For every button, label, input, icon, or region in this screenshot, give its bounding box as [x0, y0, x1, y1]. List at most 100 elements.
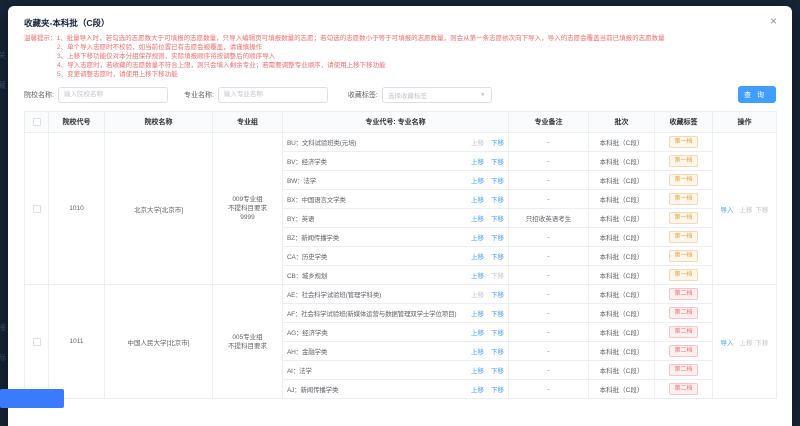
major-remark: -: [509, 190, 589, 209]
background-text: 标: [0, 352, 6, 363]
favorites-modal: 收藏夹-本科批（C段） × 温馨提示：1、批量导入时，若勾选的志愿数大于可填报的…: [8, 6, 792, 426]
major-name-input[interactable]: [218, 87, 328, 103]
batch: 本科批（C段）: [589, 285, 655, 304]
move-down-link[interactable]: 下移: [491, 387, 504, 394]
major-name: AH：金融学类: [287, 346, 460, 356]
move-down-link[interactable]: 下移: [491, 140, 504, 147]
school-name-input[interactable]: [58, 87, 168, 103]
major-name: AE：社会科学试验班(管理学科类): [287, 289, 460, 299]
major-name: BY：英语: [287, 213, 460, 223]
move-down-link[interactable]: 下移: [491, 159, 504, 166]
move-up-link[interactable]: 上移: [471, 216, 484, 223]
move-down-link[interactable]: 下移: [491, 178, 504, 185]
row-operations: 导入上移下移: [713, 133, 777, 285]
tag-badge: 第一档: [669, 155, 697, 167]
move-down-link[interactable]: 下移: [491, 311, 504, 318]
tip-line: 4、导入志愿时，若收藏的志愿数量不符合上限，则只会填入剩余专业；若需要调整专业顺…: [24, 61, 776, 70]
group-move-down-link: 下移: [756, 340, 769, 347]
row-checkbox[interactable]: [33, 338, 41, 346]
batch: 本科批（C段）: [589, 171, 655, 190]
major-remark: -: [509, 228, 589, 247]
school-code: 1011: [49, 285, 105, 399]
move-down-link[interactable]: 下移: [491, 292, 504, 299]
move-up-link[interactable]: 上移: [471, 387, 484, 394]
move-up-link[interactable]: 上移: [471, 368, 484, 375]
school-name: 中国人民大学[北京市]: [105, 285, 213, 399]
close-icon[interactable]: ×: [770, 15, 777, 27]
tag-badge: 第二档: [669, 364, 697, 376]
major-name-label: 专业名称:: [184, 90, 214, 100]
major-group: 009专业组 不提科目要求 9999: [213, 133, 283, 285]
batch: 本科批（C段）: [589, 380, 655, 399]
move-down-link[interactable]: 下移: [491, 349, 504, 356]
col-header-major-group: 专业组: [213, 112, 283, 133]
import-link[interactable]: 导入: [721, 207, 734, 214]
major-remark: 只招收英语考生: [509, 209, 589, 228]
major-remark: -: [509, 323, 589, 342]
batch: 本科批（C段）: [589, 247, 655, 266]
move-up-link[interactable]: 上移: [471, 330, 484, 337]
move-down-link[interactable]: 下移: [491, 235, 504, 242]
major-name: AJ：新闻传播学类: [287, 384, 460, 394]
tag-badge: 第一档: [669, 250, 697, 262]
move-up-link[interactable]: 上移: [471, 178, 484, 185]
background-text: 接: [0, 322, 6, 333]
major-name: CB：城乡规划: [287, 270, 460, 280]
favorites-table: 院校代号 院校名称 专业组 专业代号: 专业名称 专业备注 批次 收藏标签 操作…: [24, 111, 777, 399]
move-down-link[interactable]: 下移: [491, 254, 504, 261]
batch: 本科批（C段）: [589, 190, 655, 209]
tag-badge: 第二档: [669, 326, 697, 338]
batch: 本科批（C段）: [589, 152, 655, 171]
major-remark: -: [509, 247, 589, 266]
import-link[interactable]: 导入: [721, 340, 734, 347]
move-down-link[interactable]: 下移: [491, 216, 504, 223]
major-name: BU：文科试验班类(元培): [287, 137, 460, 147]
move-up-link[interactable]: 上移: [471, 235, 484, 242]
move-up-link[interactable]: 上移: [471, 273, 484, 280]
background-text: 关: [0, 50, 6, 61]
major-remark: -: [509, 133, 589, 152]
tag-badge: 第一档: [669, 212, 697, 224]
tag-badge: 第二档: [669, 345, 697, 357]
move-up-link[interactable]: 上移: [471, 349, 484, 356]
col-header-remark: 专业备注: [509, 112, 589, 133]
move-up-link[interactable]: 上移: [471, 197, 484, 204]
move-up-link: 上移: [471, 292, 484, 299]
school-name: 北京大学[北京市]: [105, 133, 213, 285]
move-down-link[interactable]: 下移: [491, 330, 504, 337]
row-checkbox[interactable]: [33, 205, 41, 213]
col-header-major-name: 专业代号: 专业名称: [283, 112, 509, 133]
table-header-row: 院校代号 院校名称 专业组 专业代号: 专业名称 专业备注 批次 收藏标签 操作: [25, 112, 777, 133]
major-name: AI：法学: [287, 365, 460, 375]
row-operations: 导入上移下移: [713, 285, 777, 399]
move-up-link: 上移: [471, 140, 484, 147]
batch: 本科批（C段）: [589, 133, 655, 152]
tag-select[interactable]: 选择收藏标签 ▼: [382, 87, 492, 103]
major-name: BX：中国语言文学类: [287, 194, 460, 204]
tips-notice: 温馨提示：1、批量导入时，若勾选的志愿数大于可填报的志愿数量，只导入编辑页可填报…: [24, 34, 776, 79]
select-all-checkbox[interactable]: [33, 118, 41, 126]
tag-badge: 第二档: [669, 383, 697, 395]
move-down-link[interactable]: 下移: [491, 368, 504, 375]
major-name: BZ：新闻传播学类: [287, 232, 460, 242]
move-down-link[interactable]: 下移: [491, 197, 504, 204]
tip-prefix: 温馨提示：: [24, 35, 57, 42]
background-text: 藏: [0, 80, 6, 91]
school-code: 1010: [49, 133, 105, 285]
tip-line: 温馨提示：1、批量导入时，若勾选的志愿数大于可填报的志愿数量，只导入编辑页可填报…: [24, 34, 776, 43]
tag-label: 收藏标签:: [348, 90, 378, 100]
move-up-link[interactable]: 上移: [471, 159, 484, 166]
move-down-link: 下移: [491, 273, 504, 280]
group-move-up-link: 上移: [740, 207, 753, 214]
move-up-link[interactable]: 上移: [471, 311, 484, 318]
col-header-school-name: 院校名称: [105, 112, 213, 133]
background-blue-button: [0, 389, 64, 408]
batch: 本科批（C段）: [589, 209, 655, 228]
tag-badge: 第二档: [669, 307, 697, 319]
col-header-operation: 操作: [713, 112, 777, 133]
group-move-down-link: 下移: [756, 207, 769, 214]
modal-title: 收藏夹-本科批（C段）: [24, 6, 776, 29]
tip-line: 2、单个导入志愿时不校验，如当前位置已有志愿会被覆盖，请谨慎操作: [24, 43, 776, 52]
search-button[interactable]: 查 询: [738, 86, 776, 103]
move-up-link[interactable]: 上移: [471, 254, 484, 261]
